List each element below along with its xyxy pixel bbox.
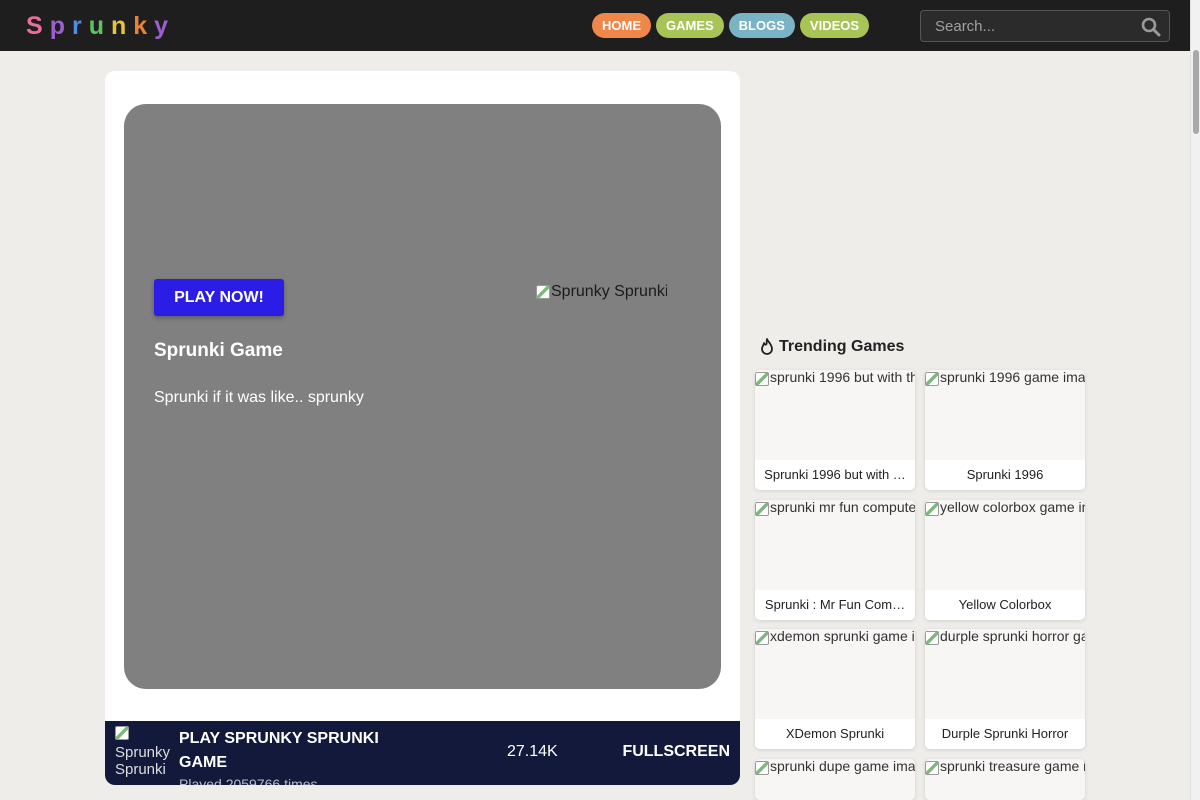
nav-blogs-button[interactable]: BLOGS [728,13,795,38]
broken-image-icon [755,631,769,645]
tile-image-alt: durple sprunki horror game image [940,629,1085,644]
logo-letter: r [71,12,89,40]
fire-icon [761,338,773,355]
main-nav: HOME GAMES BLOGS VIDEOS [592,13,870,38]
tile-label: XDemon Sprunki [755,719,915,749]
site-header: Sprunky HOME GAMES BLOGS VIDEOS [0,0,1190,51]
tile-label: Sprunki : Mr Fun Com… [755,590,915,620]
tile-image-alt: sprunki mr fun computer game [770,500,915,515]
search-icon[interactable] [1141,17,1161,37]
trending-tile[interactable]: sprunki dupe game image [755,759,915,800]
broken-image-icon [925,631,939,645]
search-box [920,10,1170,42]
trending-tile[interactable]: yellow colorbox game image Yellow Colorb… [925,500,1085,620]
broken-image-icon [925,372,939,386]
game-frame[interactable]: PLAY NOW! Sprunki Game Sprunki if it was… [124,104,721,689]
trending-heading: Trending Games [759,338,904,356]
trending-tile[interactable]: durple sprunki horror game image Durple … [925,629,1085,749]
likes-count[interactable]: 27.14K [507,743,558,761]
logo-letter: y [154,12,176,40]
trending-tile[interactable]: xdemon sprunki game image XDemon Sprunki [755,629,915,749]
tile-image-alt: xdemon sprunki game image [770,629,915,644]
trending-tile[interactable]: sprunki 1996 game image Sprunki 1996 [925,370,1085,490]
trending-tile[interactable]: sprunki treasure game image [925,759,1085,800]
fullscreen-button[interactable]: FULLSCREEN [622,743,730,761]
site-logo[interactable]: Sprunky [26,12,175,41]
tile-image: sprunki 1996 but with the [755,370,915,390]
game-icon: Sprunky Sprunki [115,726,175,784]
broken-image-icon [755,372,769,386]
game-info-bar: Sprunky Sprunki PLAY SPRUNKY SPRUNKI GAM… [105,721,740,785]
logo-letter: n [110,12,134,40]
game-title: Sprunki Game [154,340,283,361]
logo-letter: p [49,12,72,40]
tile-image: sprunki treasure game image [925,759,1085,779]
trending-title: Trending Games [779,338,905,355]
scrollbar-thumb[interactable] [1193,50,1199,134]
tile-image-alt: sprunki 1996 but with the [770,370,915,385]
broken-image-icon [755,502,769,516]
tile-label: Durple Sprunki Horror [925,719,1085,749]
game-info-title: PLAY SPRUNKY SPRUNKI GAME [179,730,379,771]
broken-image-icon [925,502,939,516]
tile-image: sprunki mr fun computer game [755,500,915,520]
tile-image: sprunki 1996 game image [925,370,1085,390]
tile-image-alt: sprunki 1996 game image [940,370,1085,385]
game-icon-alt: Sprunky Sprunki [115,744,171,778]
nav-videos-button[interactable]: VIDEOS [799,13,870,38]
broken-image-icon [536,285,550,299]
nav-games-button[interactable]: GAMES [656,13,724,38]
game-card: PLAY NOW! Sprunki Game Sprunki if it was… [105,71,740,785]
logo-letter: u [88,12,111,40]
broken-image-icon [925,761,939,775]
tile-image-alt: yellow colorbox game image [940,500,1085,515]
search-input[interactable] [921,11,1131,41]
broken-image-icon [115,726,129,740]
broken-image-icon [755,761,769,775]
tile-image-alt: sprunki dupe game image [770,759,915,774]
game-thumbnail-alt: Sprunky Sprunki [551,283,667,300]
tile-label: Sprunki 1996 [925,460,1085,490]
game-description: Sprunki if it was like.. sprunky [154,389,364,406]
tile-label: Sprunki 1996 but with … [755,460,915,490]
trending-tile[interactable]: sprunki 1996 but with the Sprunki 1996 b… [755,370,915,490]
tile-image: yellow colorbox game image [925,500,1085,520]
logo-letter: k [133,12,155,40]
page-scrollbar[interactable] [1190,0,1200,800]
game-thumbnail: Sprunky Sprunki [536,281,667,303]
play-now-button[interactable]: PLAY NOW! [154,279,284,316]
tile-image: sprunki dupe game image [755,759,915,779]
nav-home-button[interactable]: HOME [592,13,651,38]
logo-letter: S [26,12,50,40]
tile-image: durple sprunki horror game image [925,629,1085,649]
tile-label: Yellow Colorbox [925,590,1085,620]
tile-image-alt: sprunki treasure game image [940,759,1085,774]
played-count: Played 2059766 times [179,776,318,785]
trending-tile[interactable]: sprunki mr fun computer game Sprunki : M… [755,500,915,620]
tile-image: xdemon sprunki game image [755,629,915,649]
